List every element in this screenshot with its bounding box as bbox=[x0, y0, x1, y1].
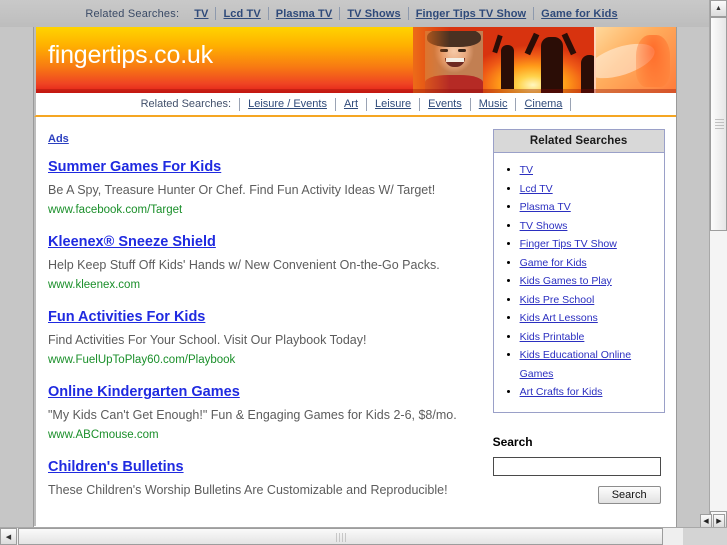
list-item: Lcd TV bbox=[520, 180, 660, 199]
related-search-link-kids-educational-online-games[interactable]: Kids Educational Online Games bbox=[520, 349, 632, 380]
top-related-search-link-finger-tips-tv-show[interactable]: Finger Tips TV Show bbox=[409, 8, 533, 20]
ad-description: Help Keep Stuff Off Kids' Hands w/ New C… bbox=[48, 258, 440, 272]
ad-listing: Online Kindergarten Games "My Kids Can't… bbox=[48, 383, 487, 441]
related-search-link-lcd-tv[interactable]: Lcd TV bbox=[520, 183, 553, 195]
list-item: Game for Kids bbox=[520, 254, 660, 273]
ads-heading-link[interactable]: Ads bbox=[48, 133, 69, 145]
scroll-left-arrow-button-icon[interactable]: ◀ bbox=[0, 528, 17, 545]
site-title: fingertips.co.uk bbox=[48, 41, 213, 69]
horizontal-scroll-arrow-pair[interactable]: ◀ ▶ bbox=[700, 514, 726, 528]
ad-title-link[interactable]: Fun Activities For Kids bbox=[48, 309, 205, 326]
search-button[interactable]: Search bbox=[597, 485, 661, 504]
related-searches-box: Related Searches TV Lcd TV Plasma TV TV … bbox=[492, 129, 665, 413]
scroll-right-arrow-icon[interactable]: ▶ bbox=[713, 514, 725, 528]
top-related-search-link-plasma-tv[interactable]: Plasma TV bbox=[269, 8, 340, 20]
related-search-link-game-for-kids[interactable]: Game for Kids bbox=[520, 257, 587, 269]
related-search-link-finger-tips-tv-show[interactable]: Finger Tips TV Show bbox=[520, 238, 617, 250]
nav-link-leisure-events[interactable]: Leisure / Events bbox=[240, 98, 335, 110]
search-input[interactable] bbox=[492, 456, 661, 476]
site-banner: fingertips.co.uk bbox=[34, 27, 676, 93]
scroll-up-arrow-icon[interactable]: ▲ bbox=[710, 0, 727, 17]
list-item: Art Crafts for Kids bbox=[520, 383, 660, 402]
vertical-scroll-track[interactable] bbox=[710, 17, 727, 511]
related-searches-list: TV Lcd TV Plasma TV TV Shows Finger Tips… bbox=[494, 161, 664, 402]
banner-gradient-overlay bbox=[413, 27, 676, 93]
ad-listing: Summer Games For Kids Be A Spy, Treasure… bbox=[48, 158, 487, 216]
list-item: Kids Printable bbox=[520, 328, 660, 347]
page-content: Ads Summer Games For Kids Be A Spy, Trea… bbox=[34, 117, 676, 526]
vertical-scroll-thumb[interactable] bbox=[710, 17, 727, 231]
banner-photo-collage bbox=[413, 27, 676, 93]
horizontal-thumb-grip-icon bbox=[335, 533, 347, 542]
scroll-thumb-grip-icon bbox=[715, 119, 724, 129]
ad-title-link[interactable]: Online Kindergarten Games bbox=[48, 384, 240, 401]
related-search-link-tv-shows[interactable]: TV Shows bbox=[520, 220, 568, 232]
nav-link-leisure[interactable]: Leisure bbox=[367, 98, 419, 110]
ad-description: "My Kids Can't Get Enough!" Fun & Engagi… bbox=[48, 408, 457, 422]
related-search-link-kids-printable[interactable]: Kids Printable bbox=[520, 331, 585, 343]
list-item: Plasma TV bbox=[520, 198, 660, 217]
ads-column: Ads Summer Games For Kids Be A Spy, Trea… bbox=[36, 117, 487, 526]
top-related-search-link-tv-shows[interactable]: TV Shows bbox=[340, 8, 407, 20]
related-search-link-art-crafts-for-kids[interactable]: Art Crafts for Kids bbox=[520, 386, 603, 398]
ad-display-url[interactable]: www.kleenex.com bbox=[48, 279, 487, 291]
top-related-search-link-tv[interactable]: TV bbox=[187, 8, 215, 20]
related-search-link-tv[interactable]: TV bbox=[520, 164, 533, 176]
ad-listing: Fun Activities For Kids Find Activities … bbox=[48, 308, 487, 366]
top-related-search-link-lcd-tv[interactable]: Lcd TV bbox=[216, 8, 267, 20]
vertical-scrollbar[interactable]: ▲ ▼ bbox=[709, 0, 727, 528]
related-searches-box-heading: Related Searches bbox=[493, 130, 664, 153]
nav-link-music[interactable]: Music bbox=[471, 98, 516, 110]
ad-description: Find Activities For Your School. Visit O… bbox=[48, 333, 367, 347]
secondary-related-searches-nav: Related Searches: Leisure / Events Art L… bbox=[34, 93, 676, 117]
ad-title-link[interactable]: Children's Bulletins bbox=[48, 459, 184, 476]
search-button-row: Search bbox=[493, 485, 661, 504]
top-related-searches-bar: Related Searches: TV Lcd TV Plasma TV TV… bbox=[0, 0, 710, 27]
ad-listing: Children's Bulletins These Children's Wo… bbox=[48, 458, 487, 499]
nav-link-events[interactable]: Events bbox=[420, 98, 470, 110]
ad-listing: Kleenex® Sneeze Shield Help Keep Stuff O… bbox=[48, 233, 487, 291]
related-search-link-kids-games-to-play[interactable]: Kids Games to Play bbox=[520, 275, 612, 287]
ad-display-url[interactable]: www.facebook.com/Target bbox=[48, 204, 487, 216]
top-related-search-link-game-for-kids[interactable]: Game for Kids bbox=[534, 8, 625, 20]
nav-link-cinema[interactable]: Cinema bbox=[516, 98, 570, 110]
related-search-link-plasma-tv[interactable]: Plasma TV bbox=[520, 201, 571, 213]
scroll-left-arrow-icon[interactable]: ◀ bbox=[700, 514, 712, 528]
ad-description: Be A Spy, Treasure Hunter Or Chef. Find … bbox=[48, 183, 436, 197]
scrollbar-corner bbox=[683, 527, 727, 545]
nav-related-searches-label: Related Searches: bbox=[140, 98, 232, 110]
sidebar-column: Related Searches TV Lcd TV Plasma TV TV … bbox=[487, 117, 676, 526]
ad-description: These Children's Worship Bulletins Are C… bbox=[48, 483, 448, 497]
list-item: Kids Pre School bbox=[520, 291, 660, 310]
top-related-searches-label: Related Searches: bbox=[85, 7, 180, 20]
related-search-link-kids-pre-school[interactable]: Kids Pre School bbox=[520, 294, 595, 306]
ad-title-link[interactable]: Kleenex® Sneeze Shield bbox=[48, 234, 216, 251]
list-item: Kids Games to Play bbox=[520, 272, 660, 291]
page-container: fingertips.co.uk Related Searches: Leisu… bbox=[33, 27, 677, 530]
list-item: Kids Educational Online Games bbox=[520, 346, 660, 383]
list-item: TV Shows bbox=[520, 217, 660, 236]
banner-bottom-edge bbox=[36, 89, 676, 93]
horizontal-scrollbar[interactable]: ◀ bbox=[0, 527, 683, 545]
horizontal-scroll-thumb[interactable] bbox=[18, 528, 663, 545]
related-search-link-kids-art-lessons[interactable]: Kids Art Lessons bbox=[520, 312, 598, 324]
search-block: Search Search bbox=[492, 434, 670, 504]
list-item: TV bbox=[520, 161, 660, 180]
ad-display-url[interactable]: www.ABCmouse.com bbox=[48, 429, 487, 441]
nav-divider bbox=[570, 97, 572, 111]
ad-title-link[interactable]: Summer Games For Kids bbox=[48, 159, 221, 176]
nav-link-art[interactable]: Art bbox=[336, 98, 366, 110]
list-item: Kids Art Lessons bbox=[520, 309, 660, 328]
search-heading: Search bbox=[492, 434, 533, 449]
ad-display-url[interactable]: www.FuelUpToPlay60.com/Playbook bbox=[48, 354, 487, 366]
list-item: Finger Tips TV Show bbox=[520, 235, 660, 254]
